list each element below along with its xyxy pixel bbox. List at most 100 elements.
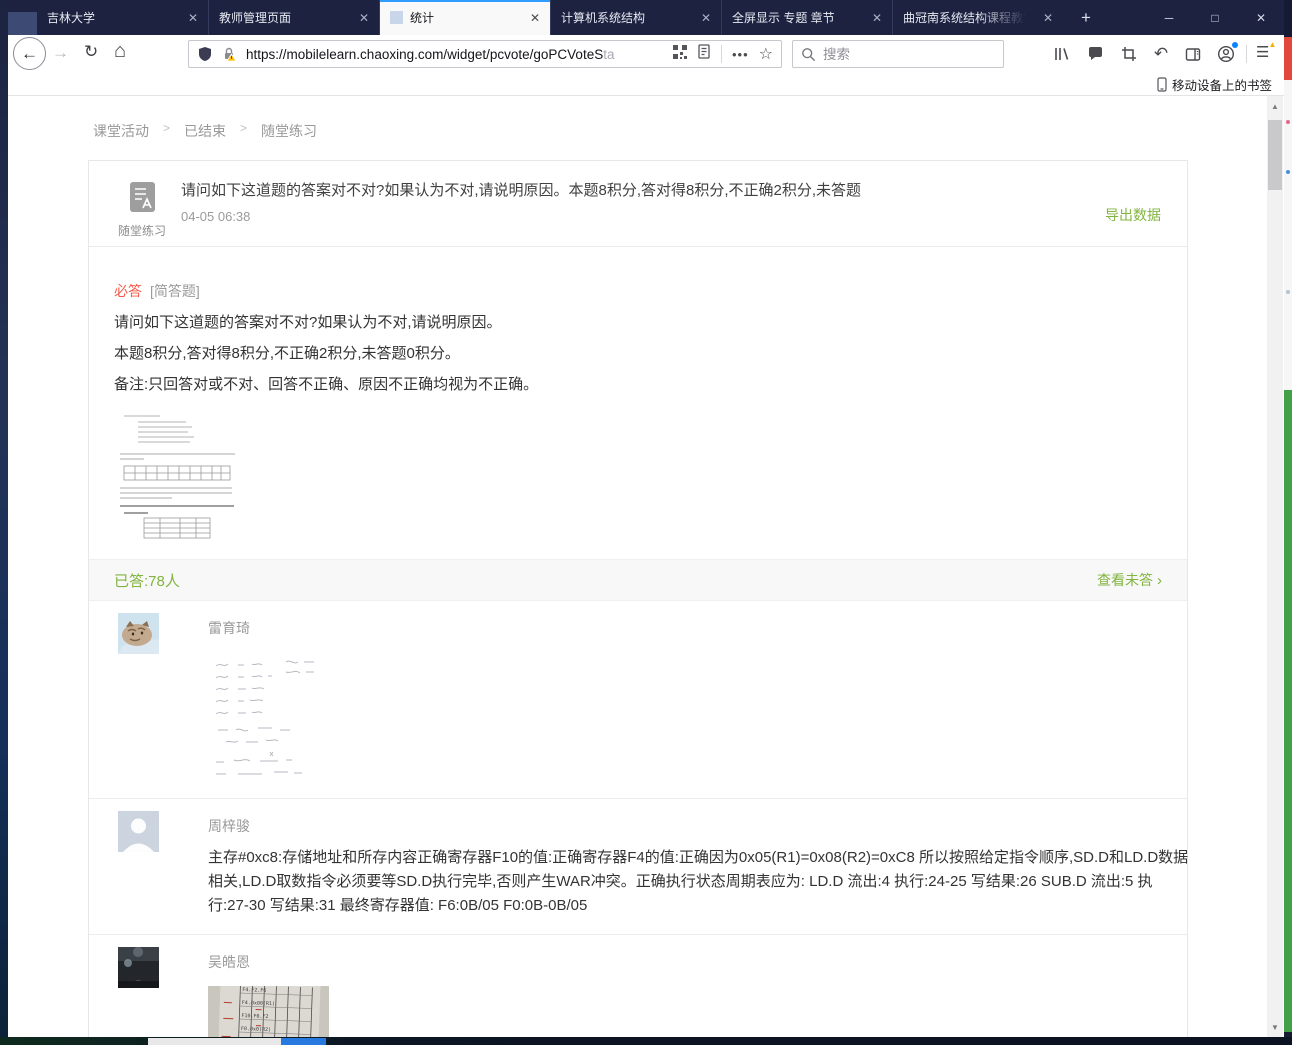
tab-computer-architecture[interactable]: 计算机系统结构 ✕ bbox=[550, 0, 721, 35]
tab-bar: 吉林大学 ✕ 教师管理页面 ✕ 统计 ✕ 计算机系统结构 ✕ 全屏显示 专题 章… bbox=[8, 0, 1284, 35]
svg-text:F4.0x00(R1): F4.0x00(R1) bbox=[242, 1000, 275, 1007]
answered-summary-bar: 已答:78人 查看未答 › bbox=[89, 559, 1187, 601]
desktop-edge-right bbox=[1284, 0, 1292, 1045]
divider bbox=[1246, 45, 1247, 63]
vertical-scrollbar[interactable]: ▲ ▼ bbox=[1267, 96, 1283, 1037]
taskbar-item-blue bbox=[281, 1038, 326, 1045]
view-unanswered-link[interactable]: 查看未答 › bbox=[1097, 570, 1162, 590]
tab-close-icon[interactable]: ✕ bbox=[872, 11, 882, 25]
page-content: 课堂活动 > 已结束 > 随堂练习 随堂练习 请问如下这道题的答案对不对?如果认… bbox=[8, 96, 1284, 1037]
avatar bbox=[118, 947, 159, 988]
bookmark-star-icon[interactable]: ☆ bbox=[759, 44, 773, 64]
activity-date: 04-05 06:38 bbox=[181, 209, 251, 224]
lock-warning-icon[interactable] bbox=[221, 46, 237, 62]
tab-course-teaching[interactable]: 曲冠南系统结构课程教学 ✕ bbox=[892, 0, 1063, 35]
maximize-button[interactable]: □ bbox=[1192, 0, 1238, 35]
tab-jilin-university[interactable]: 吉林大学 ✕ bbox=[37, 0, 208, 35]
breadcrumb-separator: > bbox=[240, 121, 248, 135]
tracking-protection-shield-icon[interactable] bbox=[197, 46, 213, 62]
desktop-edge-left bbox=[0, 0, 8, 1045]
breadcrumb-exercise: 随堂练习 bbox=[261, 123, 318, 139]
page-actions-icon[interactable]: ••• bbox=[732, 47, 749, 62]
screen: 吉林大学 ✕ 教师管理页面 ✕ 统计 ✕ 计算机系统结构 ✕ 全屏显示 专题 章… bbox=[0, 0, 1292, 1045]
minimize-button[interactable]: ─ bbox=[1146, 0, 1192, 35]
taskbar-item-light bbox=[148, 1038, 281, 1045]
tab-close-icon[interactable]: ✕ bbox=[359, 11, 369, 25]
breadcrumb: 课堂活动 > 已结束 > 随堂练习 bbox=[93, 121, 317, 141]
background-window-light bbox=[1284, 80, 1292, 390]
hamburger-menu-icon[interactable]: ☰ ▲ bbox=[1256, 40, 1276, 61]
svg-text:F10.F0.F2: F10.F0.F2 bbox=[241, 1013, 268, 1020]
tab-teacher-admin[interactable]: 教师管理页面 ✕ bbox=[208, 0, 379, 35]
sidebar-toggle-icon[interactable] bbox=[1182, 43, 1204, 65]
activity-title: 请问如下这道题的答案对不对?如果认为不对,请说明原因。本题8积分,答对得8积分,… bbox=[181, 182, 862, 199]
divider bbox=[721, 45, 722, 63]
tab-title: 曲冠南系统结构课程教学 bbox=[903, 11, 1036, 25]
tab-close-icon[interactable]: ✕ bbox=[701, 11, 711, 25]
chat-bubble-icon[interactable] bbox=[1084, 43, 1106, 65]
tab-title: 统计 bbox=[410, 11, 435, 25]
answer-image[interactable] bbox=[208, 652, 333, 782]
scrollbar-thumb[interactable] bbox=[1268, 120, 1282, 190]
breadcrumb-classroom-activity[interactable]: 课堂活动 bbox=[93, 121, 149, 141]
activity-type-label: 随堂练习 bbox=[117, 224, 166, 238]
search-input[interactable] bbox=[823, 46, 1003, 62]
export-data-link[interactable]: 导出数据 bbox=[1105, 205, 1161, 225]
tab-fullscreen-chapters[interactable]: 全屏显示 专题 章节 ✕ bbox=[721, 0, 892, 35]
scroll-up-arrow[interactable]: ▲ bbox=[1267, 98, 1283, 114]
tab-title: 吉林大学 bbox=[47, 11, 96, 25]
library-icon[interactable] bbox=[1050, 43, 1072, 65]
breadcrumb-ended[interactable]: 已结束 bbox=[184, 121, 226, 141]
answer-row: 雷育琦 bbox=[89, 601, 1187, 798]
background-window-green bbox=[1284, 390, 1292, 1032]
account-notification-dot bbox=[1232, 42, 1238, 48]
search-icon bbox=[802, 47, 816, 61]
answer-row: 吴皓恩 F4.F2.F6 F4.0x00(R1) F10.F0.F2 F0.0x… bbox=[89, 934, 1187, 1037]
tab-title: 教师管理页面 bbox=[219, 11, 292, 25]
home-button[interactable]: ⌂ bbox=[114, 40, 126, 63]
menu-warning-badge: ▲ bbox=[1268, 40, 1277, 49]
close-button[interactable]: ✕ bbox=[1238, 0, 1284, 35]
question-text-line: 请问如下这道题的答案对不对?如果认为不对,请说明原因。 bbox=[114, 314, 502, 331]
tab-title: 全屏显示 专题 章节 bbox=[732, 11, 835, 25]
reader-mode-icon[interactable] bbox=[697, 44, 711, 64]
answered-count: 已答:78人 bbox=[114, 572, 180, 590]
scroll-down-arrow[interactable]: ▼ bbox=[1267, 1019, 1283, 1035]
activity-card: 随堂练习 请问如下这道题的答案对不对?如果认为不对,请说明原因。本题8积分,答对… bbox=[88, 160, 1188, 1037]
tab-close-icon[interactable]: ✕ bbox=[188, 11, 198, 25]
answer-image[interactable]: F4.F2.F6 F4.0x00(R1) F10.F0.F2 F0.0x0(R2) … bbox=[208, 986, 329, 1037]
window-controls: ─ □ ✕ bbox=[1146, 0, 1284, 35]
url-bar[interactable]: https://mobilelearn.chaoxing.com/widget/… bbox=[188, 40, 782, 68]
breadcrumb-separator: > bbox=[163, 121, 171, 135]
background-window-red bbox=[1284, 37, 1292, 80]
tab-statistics-active[interactable]: 统计 ✕ bbox=[379, 0, 550, 35]
new-tab-button[interactable]: + bbox=[1070, 0, 1102, 35]
question-text-line: 本题8积分,答对得8积分,不正确2积分,未答题0积分。 bbox=[114, 345, 460, 362]
question-text-line: 备注:只回答对或不对、回答不正确、原因不正确均视为不正确。 bbox=[114, 376, 539, 393]
student-name: 周梓骏 bbox=[208, 818, 250, 834]
back-button[interactable]: ← bbox=[13, 37, 46, 70]
svg-text:F0.0x0(R2): F0.0x0(R2) bbox=[241, 1026, 271, 1033]
question-type-tag: [简答题] bbox=[150, 283, 200, 299]
student-name: 雷育琦 bbox=[208, 620, 250, 636]
qr-extension-icon[interactable] bbox=[673, 44, 687, 64]
answer-row: 周梓骏 主存#0xc8:存储地址和所存内容正确寄存器F10的值:正确寄存器F4的… bbox=[89, 798, 1188, 934]
restore-undo-icon[interactable]: ↶ bbox=[1150, 43, 1172, 65]
avatar-default bbox=[118, 811, 159, 852]
chevron-right-icon: › bbox=[1157, 571, 1162, 589]
tab-close-icon[interactable]: ✕ bbox=[530, 11, 540, 25]
question-attachment-image[interactable] bbox=[114, 412, 241, 539]
screenshot-crop-icon[interactable] bbox=[1118, 43, 1140, 65]
tab-close-icon[interactable]: ✕ bbox=[1043, 11, 1053, 25]
activity-header: 随堂练习 请问如下这道题的答案对不对?如果认为不对,请说明原因。本题8积分,答对… bbox=[89, 161, 1187, 247]
titlebar-drag-space bbox=[8, 12, 37, 35]
reload-button[interactable]: ↻ bbox=[84, 42, 98, 62]
browser-window: 吉林大学 ✕ 教师管理页面 ✕ 统计 ✕ 计算机系统结构 ✕ 全屏显示 专题 章… bbox=[8, 0, 1284, 1037]
bookmark-mobile-folder[interactable]: 移动设备上的书签 bbox=[1157, 75, 1272, 94]
exercise-icon bbox=[129, 182, 155, 212]
student-name: 吴皓恩 bbox=[208, 954, 250, 970]
favicon bbox=[390, 11, 403, 24]
account-icon[interactable] bbox=[1215, 42, 1238, 65]
forward-button[interactable]: → bbox=[52, 43, 69, 63]
search-box[interactable] bbox=[792, 40, 1004, 68]
